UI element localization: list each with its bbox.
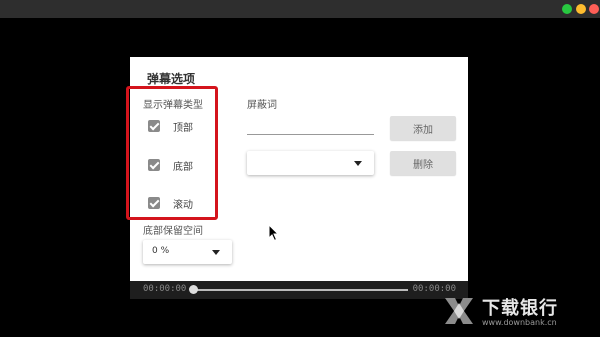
block-word-input[interactable] bbox=[247, 117, 374, 135]
add-button[interactable]: 添加 bbox=[390, 116, 456, 140]
block-words-label: 屏蔽词 bbox=[247, 100, 277, 111]
panel-title: 弹幕选项 bbox=[147, 72, 196, 86]
bottom-reserve-value: 0 % bbox=[152, 246, 170, 256]
chevron-down-icon bbox=[212, 250, 220, 255]
watermark: 下载银行 www.downbank.cn bbox=[442, 294, 592, 330]
watermark-name: 下载银行 bbox=[482, 298, 558, 319]
bottom-reserve-dropdown[interactable]: 0 % bbox=[143, 240, 232, 264]
minimize-window-button[interactable] bbox=[576, 4, 586, 14]
bottom-reserve-label: 底部保留空间 bbox=[143, 226, 203, 237]
current-time: 00:00:00 bbox=[143, 284, 187, 294]
window-titlebar bbox=[0, 0, 600, 18]
chevron-down-icon bbox=[354, 161, 362, 166]
close-window-button[interactable] bbox=[589, 4, 599, 14]
mouse-cursor-icon bbox=[268, 224, 280, 242]
zoom-window-button[interactable] bbox=[562, 4, 572, 14]
player-progress-bar: 00:00:00 00:00:00 bbox=[130, 281, 468, 299]
block-words-dropdown[interactable] bbox=[247, 151, 374, 175]
seek-handle[interactable] bbox=[189, 285, 198, 294]
seek-track[interactable] bbox=[194, 289, 408, 291]
delete-button[interactable]: 删除 bbox=[390, 151, 456, 175]
total-time: 00:00:00 bbox=[412, 284, 456, 294]
highlight-box bbox=[126, 86, 218, 220]
downbank-logo-icon bbox=[445, 298, 473, 324]
watermark-url: www.downbank.cn bbox=[482, 318, 557, 327]
